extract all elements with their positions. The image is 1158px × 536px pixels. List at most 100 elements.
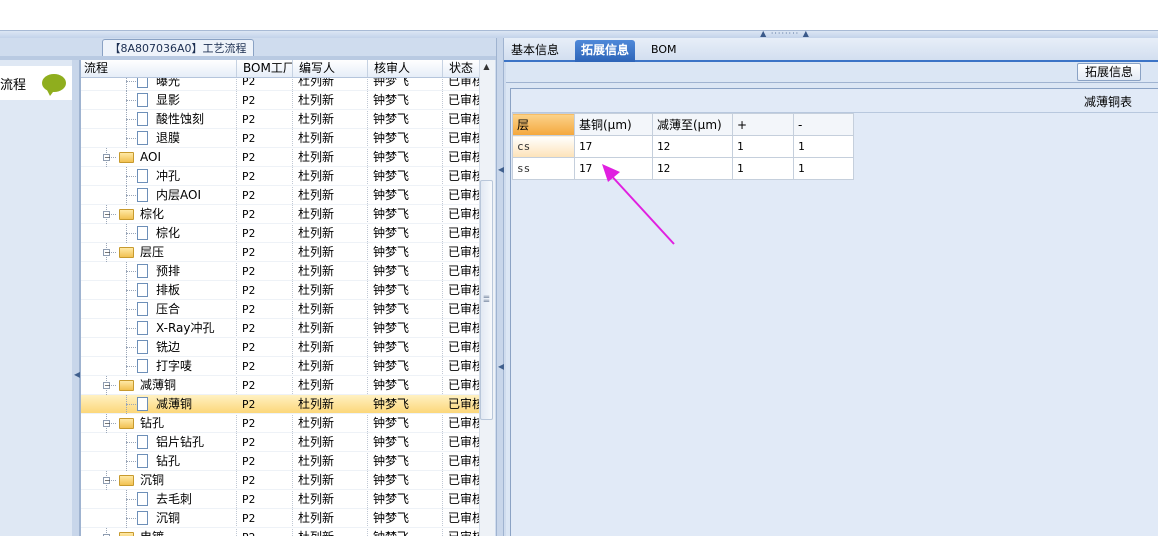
writer-cell[interactable]: 杜列新 — [298, 319, 368, 338]
table-row[interactable]: cs 17 12 1 1 — [512, 135, 854, 158]
process-name[interactable]: 显影 — [156, 91, 180, 110]
header-layer[interactable]: 层 — [512, 113, 575, 136]
status-cell[interactable]: 已审核 — [448, 224, 481, 243]
table-row[interactable]: 沉铜 P2 杜列新 钟梦飞 已审核 — [81, 509, 481, 528]
reviewer-cell[interactable]: 钟梦飞 — [373, 205, 445, 224]
status-cell[interactable]: 已审核 — [448, 433, 481, 452]
tab-extended-info[interactable]: 拓展信息 — [575, 40, 636, 62]
table-row[interactable]: − 层压 P2 杜列新 钟梦飞 已审核 — [81, 243, 481, 262]
cell-layer[interactable]: cs — [512, 135, 575, 158]
process-name[interactable]: 去毛刺 — [156, 490, 192, 509]
process-name[interactable]: 压合 — [156, 300, 180, 319]
writer-cell[interactable]: 杜列新 — [298, 167, 368, 186]
reviewer-cell[interactable]: 钟梦飞 — [373, 376, 445, 395]
extended-info-button[interactable]: 拓展信息 — [1077, 63, 1141, 81]
header-plus[interactable]: + — [732, 113, 794, 136]
bom-factory-cell[interactable]: P2 — [242, 186, 296, 205]
writer-cell[interactable]: 杜列新 — [298, 243, 368, 262]
status-cell[interactable]: 已审核 — [448, 300, 481, 319]
status-cell[interactable]: 已审核 — [448, 281, 481, 300]
process-name[interactable]: 沉铜 — [156, 509, 180, 528]
bom-factory-cell[interactable]: P2 — [242, 357, 296, 376]
status-cell[interactable]: 已审核 — [448, 528, 481, 536]
column-header-writer[interactable]: 编写人 — [293, 60, 368, 77]
reviewer-cell[interactable]: 钟梦飞 — [373, 471, 445, 490]
writer-cell[interactable]: 杜列新 — [298, 262, 368, 281]
writer-cell[interactable]: 杜列新 — [298, 357, 368, 376]
bom-factory-cell[interactable]: P2 — [242, 509, 296, 528]
splitter-arrow-icon[interactable]: ◀ — [498, 363, 504, 371]
reviewer-cell[interactable]: 钟梦飞 — [373, 509, 445, 528]
table-row[interactable]: 排板 P2 杜列新 钟梦飞 已审核 — [81, 281, 481, 300]
writer-cell[interactable]: 杜列新 — [298, 224, 368, 243]
status-cell[interactable]: 已审核 — [448, 91, 481, 110]
column-header-process[interactable]: 流程 — [81, 60, 237, 77]
status-cell[interactable]: 已审核 — [448, 186, 481, 205]
scroll-up-icon[interactable]: ▲ — [479, 60, 494, 74]
status-cell[interactable]: 已审核 — [448, 243, 481, 262]
splitter-arrow-icon[interactable]: ◀ — [74, 371, 80, 379]
reviewer-cell[interactable]: 钟梦飞 — [373, 167, 445, 186]
writer-cell[interactable]: 杜列新 — [298, 300, 368, 319]
status-cell[interactable]: 已审核 — [448, 167, 481, 186]
status-cell[interactable]: 已审核 — [448, 509, 481, 528]
reviewer-cell[interactable]: 钟梦飞 — [373, 243, 445, 262]
reviewer-cell[interactable]: 钟梦飞 — [373, 262, 445, 281]
writer-cell[interactable]: 杜列新 — [298, 281, 368, 300]
status-cell[interactable]: 已审核 — [448, 471, 481, 490]
table-row[interactable]: 减薄铜 P2 杜列新 钟梦飞 已审核 — [81, 395, 481, 414]
reviewer-cell[interactable]: 钟梦飞 — [373, 414, 445, 433]
process-name[interactable]: 打字唛 — [156, 357, 192, 376]
cell-plus[interactable]: 1 — [732, 135, 794, 158]
header-thin-to[interactable]: 减薄至(μm) — [652, 113, 733, 136]
status-cell[interactable]: 已审核 — [448, 148, 481, 167]
table-row[interactable]: − 棕化 P2 杜列新 钟梦飞 已审核 — [81, 205, 481, 224]
tab-bom[interactable]: BOM — [645, 40, 683, 62]
column-header-bom[interactable]: BOM工厂 — [237, 60, 293, 77]
process-name[interactable]: 层压 — [140, 243, 164, 262]
table-row[interactable]: 显影 P2 杜列新 钟梦飞 已审核 — [81, 91, 481, 110]
writer-cell[interactable]: 杜列新 — [298, 395, 368, 414]
status-cell[interactable]: 已审核 — [448, 395, 481, 414]
status-cell[interactable]: 已审核 — [448, 262, 481, 281]
left-pane-splitter[interactable] — [72, 60, 80, 536]
bom-factory-cell[interactable]: P2 — [242, 338, 296, 357]
cell-base-copper[interactable]: 17 — [574, 135, 653, 158]
top-splitter-bar[interactable] — [0, 30, 1158, 38]
bom-factory-cell[interactable]: P2 — [242, 300, 296, 319]
writer-cell[interactable]: 杜列新 — [298, 490, 368, 509]
cell-layer[interactable]: ss — [512, 157, 575, 180]
table-row[interactable]: − 沉铜 P2 杜列新 钟梦飞 已审核 — [81, 471, 481, 490]
bom-factory-cell[interactable]: P2 — [242, 528, 296, 536]
process-name[interactable]: 钻孔 — [156, 452, 180, 471]
table-row[interactable]: 内层AOI P2 杜列新 钟梦飞 已审核 — [81, 186, 481, 205]
bom-factory-cell[interactable]: P2 — [242, 281, 296, 300]
process-name[interactable]: 铣边 — [156, 338, 180, 357]
reviewer-cell[interactable]: 钟梦飞 — [373, 319, 445, 338]
process-name[interactable]: 排板 — [156, 281, 180, 300]
reviewer-cell[interactable]: 钟梦飞 — [373, 490, 445, 509]
reviewer-cell[interactable]: 钟梦飞 — [373, 224, 445, 243]
reviewer-cell[interactable]: 钟梦飞 — [373, 129, 445, 148]
table-row[interactable]: 退膜 P2 杜列新 钟梦飞 已审核 — [81, 129, 481, 148]
bom-factory-cell[interactable]: P2 — [242, 452, 296, 471]
process-name[interactable]: 酸性蚀刻 — [156, 110, 204, 129]
status-cell[interactable]: 已审核 — [448, 338, 481, 357]
cell-plus[interactable]: 1 — [732, 157, 794, 180]
reviewer-cell[interactable]: 钟梦飞 — [373, 281, 445, 300]
table-row[interactable]: 钻孔 P2 杜列新 钟梦飞 已审核 — [81, 452, 481, 471]
splitter-arrow-icon[interactable]: ◀ — [498, 166, 504, 174]
process-name[interactable]: 铝片钻孔 — [156, 433, 204, 452]
status-cell[interactable]: 已审核 — [448, 129, 481, 148]
table-row[interactable]: 铣边 P2 杜列新 钟梦飞 已审核 — [81, 338, 481, 357]
bom-factory-cell[interactable]: P2 — [242, 319, 296, 338]
reviewer-cell[interactable]: 钟梦飞 — [373, 395, 445, 414]
table-row[interactable]: −电镀P2杜列新钟梦飞已审核 — [81, 528, 481, 536]
reviewer-cell[interactable]: 钟梦飞 — [373, 357, 445, 376]
writer-cell[interactable]: 杜列新 — [298, 414, 368, 433]
bom-factory-cell[interactable]: P2 — [242, 490, 296, 509]
table-row[interactable]: ss 17 12 1 1 — [512, 157, 854, 180]
column-header-status[interactable]: 状态 — [443, 60, 481, 77]
table-row[interactable]: 铝片钻孔 P2 杜列新 钟梦飞 已审核 — [81, 433, 481, 452]
table-row[interactable]: − AOI P2 杜列新 钟梦飞 已审核 — [81, 148, 481, 167]
